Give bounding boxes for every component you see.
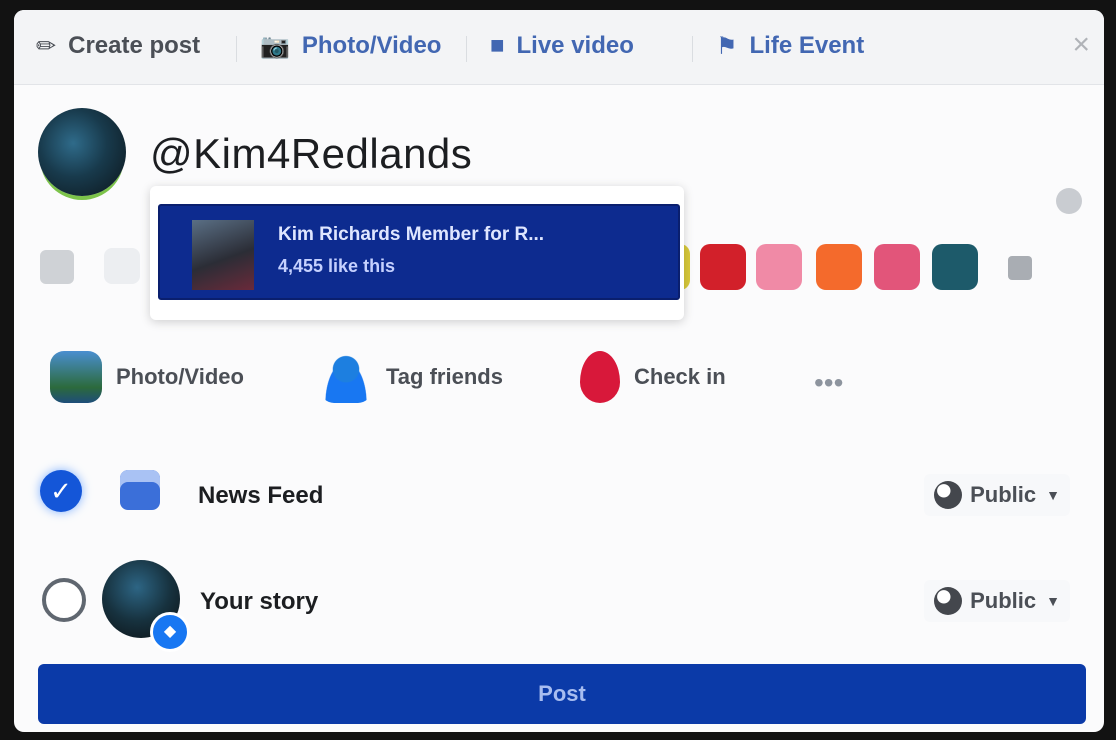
close-icon[interactable]: ×: [1072, 28, 1090, 62]
globe-icon: [934, 587, 963, 615]
add-photo-video-button[interactable]: Photo/Video: [50, 350, 244, 404]
mention-suggestions-dropdown: Kim Richards Member for R... 4,455 like …: [150, 186, 684, 320]
photo-icon: [50, 351, 102, 403]
your-story-privacy-selector[interactable]: Public ▼: [924, 580, 1070, 622]
news-feed-icon: [120, 470, 160, 510]
tab-live-video-label: Live video: [516, 32, 634, 59]
background-swatch[interactable]: [700, 244, 746, 290]
avatar: [38, 108, 126, 196]
post-button[interactable]: Post: [38, 664, 1086, 724]
tab-divider: [692, 36, 693, 62]
tag-friends-label: Tag friends: [386, 364, 503, 389]
background-toggle-icon[interactable]: [40, 250, 74, 284]
news-feed-label: News Feed: [198, 482, 324, 509]
caret-down-icon: ▼: [1046, 487, 1060, 503]
tab-create-post[interactable]: ✏ Create post: [36, 30, 200, 62]
story-add-icon: ◆: [150, 612, 190, 652]
tag-friends-icon: [320, 351, 372, 403]
post-composer-input[interactable]: @Kim4Redlands: [150, 130, 472, 178]
tab-life-event-label: Life Event: [749, 32, 865, 59]
destination-your-story: ◆ Your story Public ▼: [14, 554, 1104, 652]
background-swatch-white[interactable]: [104, 248, 140, 284]
background-swatch[interactable]: [932, 244, 978, 290]
background-swatch[interactable]: [816, 244, 862, 290]
privacy-label: Public: [970, 482, 1037, 507]
your-story-label: Your story: [200, 588, 319, 615]
camera-icon: 📷: [260, 32, 290, 60]
check-in-label: Check in: [634, 364, 726, 389]
more-backgrounds-icon[interactable]: [1008, 256, 1032, 280]
background-swatch[interactable]: [756, 244, 802, 290]
news-feed-checkbox[interactable]: ✓: [40, 470, 82, 512]
tab-life-event[interactable]: ⚑ Life Event: [716, 30, 864, 62]
create-post-dialog: ✏ Create post 📷 Photo/Video ■ Live video…: [14, 10, 1104, 732]
news-feed-privacy-selector[interactable]: Public ▼: [924, 474, 1070, 516]
suggestion-like-count: 4,455 like this: [278, 256, 396, 276]
tab-live-video[interactable]: ■ Live video: [490, 30, 634, 62]
destination-news-feed: ✓ News Feed Public ▼: [14, 448, 1104, 538]
tab-photo-video[interactable]: 📷 Photo/Video: [260, 30, 441, 62]
background-swatch[interactable]: [874, 244, 920, 290]
your-story-checkbox[interactable]: [42, 578, 86, 622]
more-options-icon[interactable]: •••: [814, 356, 843, 410]
tag-friends-button[interactable]: Tag friends: [320, 350, 503, 404]
page-thumbnail: [192, 220, 254, 290]
tab-divider: [466, 36, 467, 62]
mention-suggestion-item[interactable]: Kim Richards Member for R... 4,455 like …: [158, 204, 680, 300]
pencil-icon: ✏: [36, 32, 57, 60]
video-camera-icon: ■: [490, 32, 505, 59]
add-photo-video-label: Photo/Video: [116, 364, 244, 389]
check-in-button[interactable]: Check in: [580, 350, 726, 404]
tab-photo-video-label: Photo/Video: [301, 32, 442, 59]
emoji-icon[interactable]: [1056, 188, 1082, 214]
location-pin-icon: [580, 351, 620, 403]
privacy-label: Public: [970, 588, 1037, 613]
caret-down-icon: ▼: [1046, 593, 1060, 609]
tab-create-post-label: Create post: [68, 32, 201, 59]
flag-icon: ⚑: [716, 32, 738, 60]
globe-icon: [934, 481, 963, 509]
tab-divider: [236, 36, 237, 62]
post-type-tabs: ✏ Create post 📷 Photo/Video ■ Live video…: [14, 10, 1104, 85]
suggestion-page-name: Kim Richards Member for R...: [278, 224, 545, 245]
